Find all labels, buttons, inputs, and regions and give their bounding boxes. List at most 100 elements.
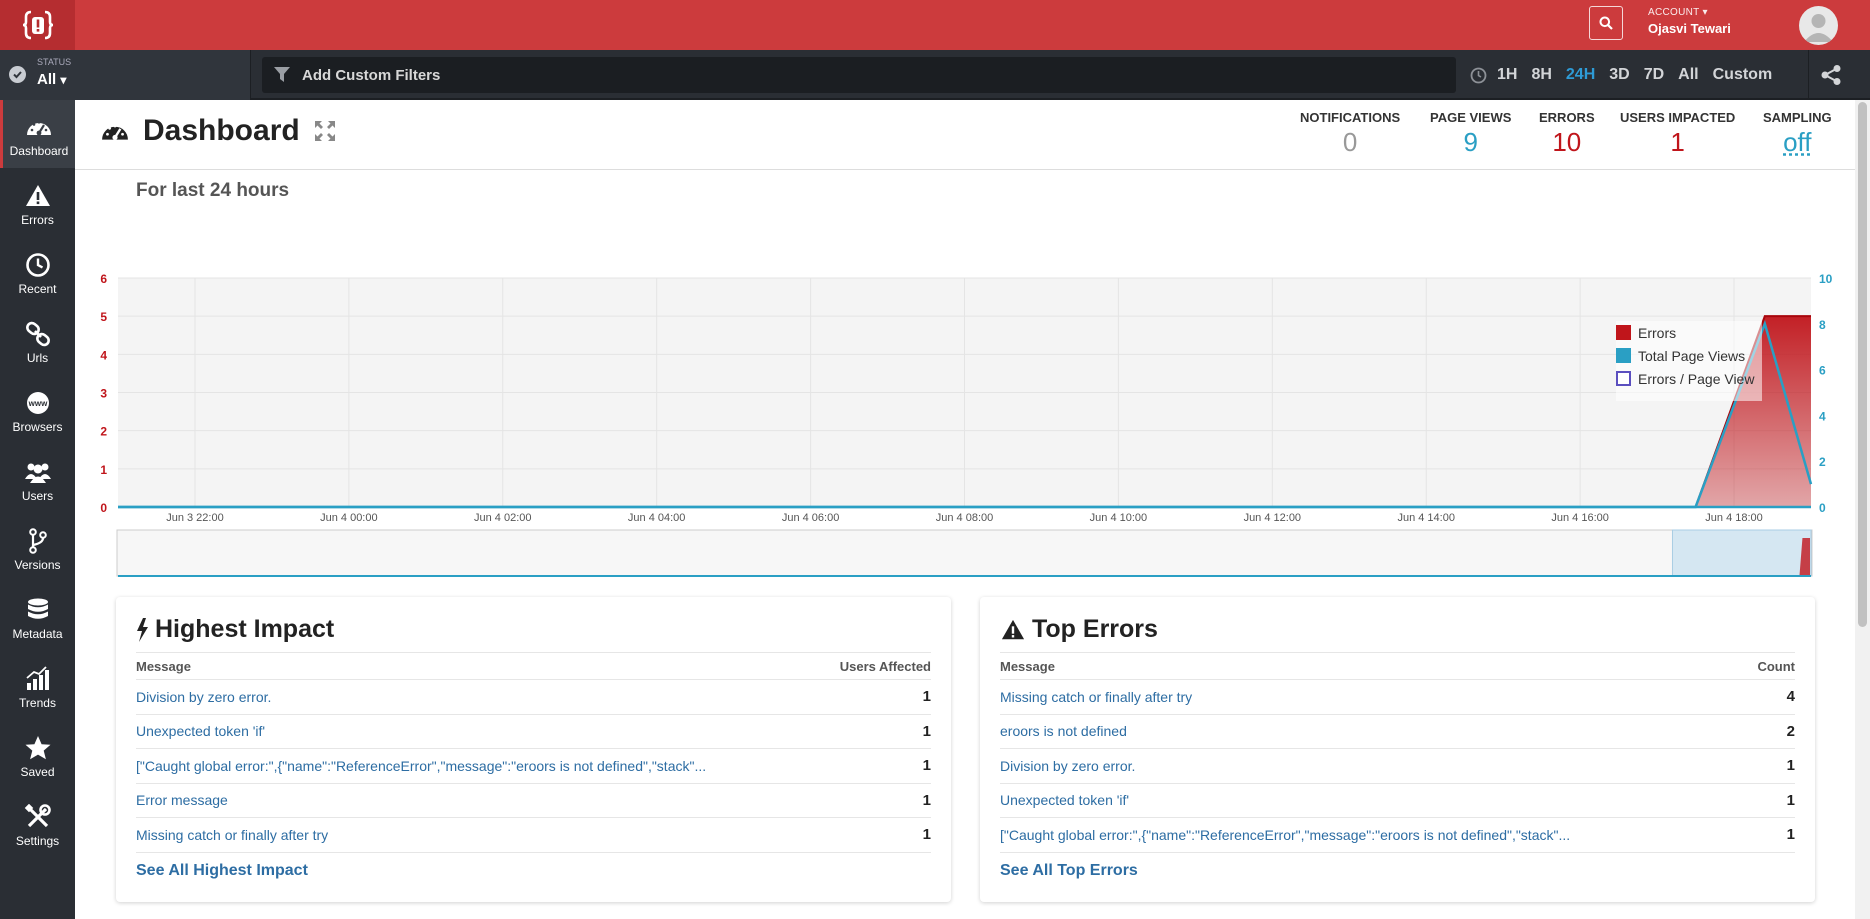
x-tick-label: Jun 4 18:00 [1705, 512, 1763, 524]
error-link[interactable]: ["Caught global error:",{"name":"Referen… [1000, 827, 1570, 843]
scrollbar-thumb[interactable] [1858, 102, 1867, 627]
sidebar-label: Versions [14, 558, 61, 572]
range-1h[interactable]: 1H [1497, 66, 1517, 84]
sidebar-label: Dashboard [9, 144, 69, 158]
y-left-tick-label: 0 [100, 501, 107, 515]
legend-swatch [1616, 371, 1631, 386]
star-icon [25, 736, 50, 760]
x-tick-label: Jun 4 00:00 [320, 512, 378, 524]
range-7d[interactable]: 7D [1644, 66, 1664, 84]
page-title-text: Dashboard [143, 114, 300, 147]
warning-icon [25, 185, 50, 206]
stat-label: ERRORS [1539, 110, 1595, 125]
page-scrollbar[interactable] [1855, 100, 1870, 919]
dashboard-icon [27, 121, 51, 136]
top-bar: ACCOUNT ▾ Ojasvi Tewari [0, 0, 1870, 50]
x-tick-label: Jun 4 04:00 [628, 512, 686, 524]
error-link[interactable]: ["Caught global error:",{"name":"Referen… [136, 758, 706, 774]
error-link[interactable]: Missing catch or finally after try [136, 827, 328, 843]
errors-pageviews-chart[interactable]: 0 1 2 3 4 5 6 0 2 4 6 8 10 Jun 3 22:00 Jun 4 00:00 Jun … [75, 200, 1855, 590]
error-link[interactable]: Missing catch or finally after try [1000, 689, 1192, 705]
stat-value: off [1783, 127, 1812, 157]
table-row: Missing catch or finally after try 1 [136, 818, 931, 853]
see-all-highest-impact-link[interactable]: See All Highest Impact [136, 862, 931, 880]
legend-label: Errors / Page View [1638, 370, 1755, 387]
filter-bar: STATUS All ▾ Add Custom Filters 1H 8H 24… [0, 50, 1870, 100]
stat-users-impacted[interactable]: USERS IMPACTED 1 [1620, 110, 1735, 158]
stat-page-views[interactable]: PAGE VIEWS 9 [1430, 110, 1511, 158]
column-header-message: Message [1000, 658, 1055, 674]
x-tick-label: Jun 4 14:00 [1397, 512, 1455, 524]
sidebar-label: Saved [20, 765, 55, 779]
y-right-tick-label: 8 [1819, 318, 1826, 332]
error-link[interactable]: eroors is not defined [1000, 723, 1127, 739]
card-title-text: Top Errors [1032, 615, 1158, 643]
sidebar-item-settings[interactable]: Settings [0, 790, 75, 858]
error-link[interactable]: Error message [136, 792, 228, 808]
error-link[interactable]: Unexpected token 'if' [1000, 792, 1129, 808]
y-left-tick-label: 4 [100, 348, 107, 362]
table-row: ["Caught global error:",{"name":"Referen… [1000, 818, 1795, 853]
highest-impact-card: Highest Impact Message Users Affected Di… [116, 597, 951, 902]
stat-sampling[interactable]: SAMPLING off [1763, 110, 1832, 158]
sidebar-label: Trends [19, 696, 56, 710]
sidebar-item-dashboard[interactable]: Dashboard [0, 100, 75, 168]
branch-icon [28, 528, 47, 554]
expand-icon[interactable] [314, 120, 336, 142]
share-button[interactable] [1808, 50, 1853, 100]
stat-errors[interactable]: ERRORS 10 [1539, 110, 1595, 158]
error-link[interactable]: Unexpected token 'if' [136, 723, 265, 739]
y-left-tick-label: 6 [100, 272, 107, 286]
sidebar-item-users[interactable]: Users [0, 445, 75, 513]
range-3d[interactable]: 3D [1609, 66, 1629, 84]
legend-swatch [1616, 325, 1631, 340]
status-label: STATUS [37, 57, 72, 67]
table-row: eroors is not defined 2 [1000, 715, 1795, 749]
y-right-tick-label: 2 [1819, 455, 1826, 469]
legend-item-errors-per-view[interactable]: Errors / Page View [1616, 367, 1762, 390]
error-link[interactable]: Division by zero error. [136, 689, 271, 705]
link-icon [25, 321, 50, 347]
sidebar-item-errors[interactable]: Errors [0, 169, 75, 237]
sidebar-item-recent[interactable]: Recent [0, 238, 75, 306]
app-logo[interactable] [0, 0, 75, 50]
legend-item-page-views[interactable]: Total Page Views [1616, 344, 1762, 367]
custom-filter-input[interactable]: Add Custom Filters [262, 57, 1456, 93]
see-all-top-errors-link[interactable]: See All Top Errors [1000, 862, 1795, 880]
database-icon [27, 598, 48, 619]
sidebar-item-trends[interactable]: Trends [0, 652, 75, 720]
account-menu[interactable]: ACCOUNT ▾ Ojasvi Tewari [1648, 7, 1731, 36]
legend-swatch [1616, 348, 1631, 363]
error-link[interactable]: Division by zero error. [1000, 758, 1135, 774]
sidebar-item-saved[interactable]: Saved [0, 721, 75, 789]
stat-value: 10 [1552, 127, 1582, 157]
users-affected-count: 1 [922, 688, 931, 706]
range-24h[interactable]: 24H [1566, 66, 1595, 84]
error-count: 1 [1786, 826, 1795, 844]
range-8h[interactable]: 8H [1531, 66, 1551, 84]
top-errors-table: Message Count Missing catch or finally a… [1000, 652, 1795, 880]
sidebar-item-urls[interactable]: Urls [0, 307, 75, 375]
range-all[interactable]: All [1678, 66, 1698, 84]
legend-item-errors[interactable]: Errors [1616, 321, 1762, 344]
users-affected-count: 1 [922, 722, 931, 740]
user-avatar-icon [1804, 14, 1833, 42]
sidebar-item-versions[interactable]: Versions [0, 514, 75, 582]
range-custom[interactable]: Custom [1713, 66, 1773, 84]
table-row: Error message 1 [136, 784, 931, 818]
card-title-text: Highest Impact [155, 615, 335, 643]
clock-icon [25, 253, 50, 277]
status-selector[interactable]: STATUS All ▾ [0, 50, 251, 100]
users-affected-count: 1 [922, 757, 931, 775]
stat-notifications[interactable]: NOTIFICATIONS 0 [1300, 110, 1400, 158]
highest-impact-table: Message Users Affected Division by zero … [136, 652, 931, 880]
error-count: 2 [1786, 722, 1795, 740]
share-icon [1821, 65, 1841, 85]
search-button[interactable] [1589, 6, 1623, 40]
sidebar-item-browsers[interactable]: www Browsers [0, 376, 75, 444]
sidebar-item-metadata[interactable]: Metadata [0, 583, 75, 651]
table-row: Division by zero error. 1 [1000, 749, 1795, 784]
sidebar-label: Settings [15, 834, 60, 848]
avatar[interactable] [1799, 6, 1838, 45]
dashboard-header: Dashboard NOTIFICATIONS 0 PAGE VIEWS 9 E… [75, 100, 1855, 170]
